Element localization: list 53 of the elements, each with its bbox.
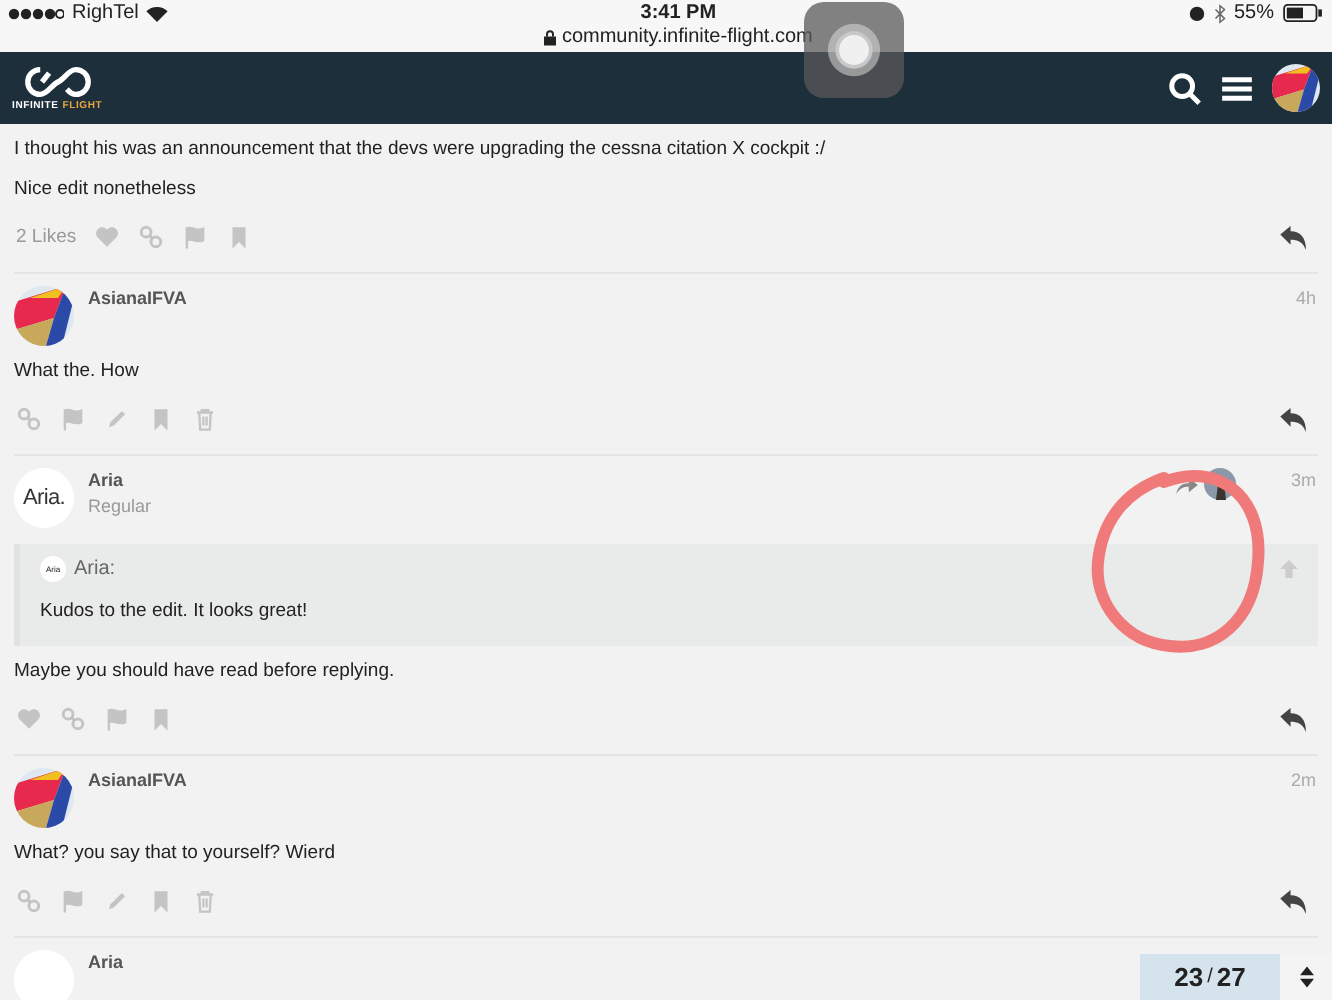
- post-counter[interactable]: 23/27: [1140, 954, 1280, 1000]
- post-text: I thought his was an announcement that the devs were upgrading the cessna citation X cockpit :/: [14, 138, 828, 162]
- carrier-name: RighTel: [72, 2, 139, 24]
- post-text: Nice edit nonetheless: [14, 178, 198, 202]
- reply-arrow-icon[interactable]: [1280, 407, 1308, 431]
- replied-avatar[interactable]: [1204, 468, 1237, 500]
- counter-separator: /: [1207, 966, 1213, 988]
- post-text: What the. How: [14, 360, 141, 384]
- author-name[interactable]: Aria: [88, 470, 1163, 490]
- flag-icon[interactable]: [104, 706, 130, 732]
- user-avatar[interactable]: [1272, 64, 1320, 112]
- flag-icon[interactable]: [60, 406, 86, 432]
- reply-arrow-icon[interactable]: [1280, 889, 1308, 913]
- post-text: What? you say that to yourself? Wierd: [14, 842, 338, 866]
- lock-icon: [543, 30, 556, 46]
- expand-up-arrow-icon[interactable]: [1280, 560, 1298, 578]
- like-heart-icon[interactable]: [16, 706, 42, 732]
- author-name[interactable]: AsianaIFVA: [88, 288, 1282, 308]
- counter-current: 23: [1174, 962, 1204, 992]
- trash-icon[interactable]: [192, 406, 218, 432]
- alarm-icon: [1187, 4, 1206, 22]
- bluetooth-icon: [1213, 3, 1226, 23]
- flag-icon[interactable]: [60, 888, 86, 914]
- battery-percent: 55%: [1233, 2, 1274, 24]
- pencil-icon[interactable]: [104, 888, 130, 914]
- up-down-caret-icon[interactable]: [1299, 966, 1313, 988]
- reply-arrow-icon[interactable]: [1280, 225, 1308, 249]
- user-title: Regular: [88, 496, 154, 516]
- pencil-icon[interactable]: [104, 406, 130, 432]
- avatar-image[interactable]: [14, 286, 74, 346]
- signal-icon: [8, 7, 64, 19]
- infinity-logo-icon[interactable]: [21, 65, 94, 97]
- quote-text: Kudos to the edit. It looks great!: [40, 600, 310, 622]
- link-icon[interactable]: [60, 706, 86, 732]
- post-text: Maybe you should have read before replying.: [14, 660, 397, 684]
- like-heart-icon[interactable]: [94, 224, 121, 250]
- flag-icon[interactable]: [182, 224, 209, 250]
- quote-author: Aria:: [74, 558, 116, 580]
- circle-icon[interactable]: [826, 22, 882, 78]
- link-icon[interactable]: [16, 406, 42, 432]
- avatar-image[interactable]: [14, 768, 74, 828]
- reply-arrow-icon[interactable]: [1280, 707, 1308, 731]
- counter-total: 27: [1216, 962, 1246, 992]
- battery-icon: [1281, 4, 1324, 22]
- search-icon[interactable]: [1168, 71, 1202, 105]
- wifi-icon: [146, 5, 169, 21]
- clock-time: 3:41 PM: [640, 0, 717, 26]
- avatar-logo[interactable]: Aria.: [14, 468, 74, 528]
- author-name[interactable]: AsianaIFVA: [88, 770, 1277, 790]
- menu-icon[interactable]: [1222, 75, 1252, 101]
- link-icon[interactable]: [138, 224, 165, 250]
- trash-icon[interactable]: [192, 888, 218, 914]
- link-icon[interactable]: [16, 888, 42, 914]
